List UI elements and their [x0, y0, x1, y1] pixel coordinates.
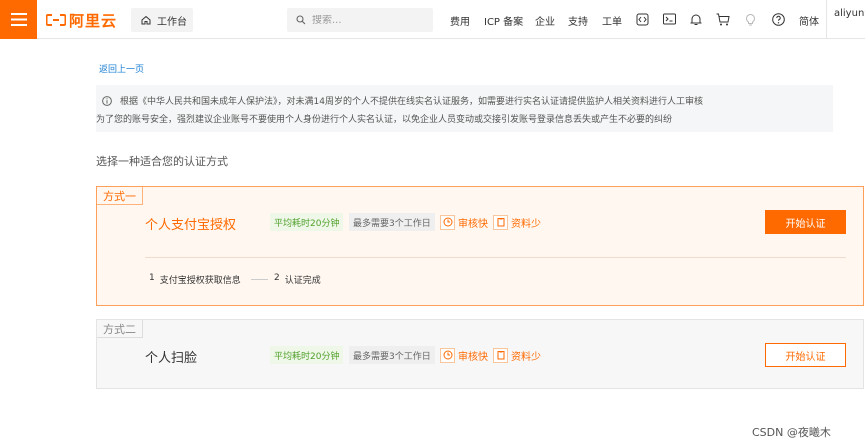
search-icon [296, 15, 306, 25]
nav-ticket[interactable]: 工单 [602, 13, 622, 28]
code-icon[interactable] [635, 12, 649, 26]
feature-fast-review: 审核快 [440, 346, 488, 364]
clock-icon [440, 347, 455, 363]
method-card-alipay: 方式一 个人支付宝授权 平均耗时20分钟 最多需要3个工作日 审核快 资料少 开… [96, 186, 864, 306]
start-verification-button[interactable]: 开始认证 [765, 343, 846, 367]
method-title: 个人扫脸 [145, 351, 198, 366]
document-icon [493, 347, 508, 363]
nav-support[interactable]: 支持 [568, 13, 588, 28]
hamburger-menu-button[interactable] [0, 0, 37, 39]
step-number: 2 [274, 273, 280, 283]
workbench-button[interactable]: 工作台 [131, 8, 193, 32]
back-link[interactable]: 返回上一页 [99, 62, 144, 75]
nav-billing[interactable]: 费用 [450, 13, 470, 28]
step-1: 1 支付宝授权获取信息 [149, 273, 241, 286]
brand-name: 阿里云 [69, 11, 118, 30]
aliyun-logo-icon [46, 14, 66, 26]
start-verification-button[interactable]: 开始认证 [765, 210, 846, 234]
nav-icp[interactable]: ICP 备案 [484, 13, 523, 28]
feature-label: 审核快 [458, 351, 488, 363]
time-badge: 平均耗时20分钟 [270, 213, 344, 231]
lightbulb-icon[interactable] [743, 12, 757, 26]
home-icon [141, 15, 151, 25]
search-box[interactable] [287, 8, 433, 32]
bell-icon[interactable] [689, 12, 703, 26]
days-badge: 最多需要3个工作日 [349, 346, 435, 364]
notice-line-2: 为了您的账号安全，强烈建议企业账号不要使用个人身份进行个人实名认证，以免企业人员… [96, 115, 673, 125]
info-icon [102, 96, 112, 106]
user-account[interactable]: aliyun9 [826, 0, 865, 39]
user-name: aliyun9 [834, 8, 865, 19]
method-tag: 方式二 [97, 320, 143, 338]
top-navigation-bar: 阿里云 工作台 费用 ICP 备案 企业 支持 工单 简体 aliyun9 [0, 0, 865, 39]
menu-icon [10, 13, 27, 26]
method-title: 个人支付宝授权 [145, 218, 237, 233]
cart-icon[interactable] [716, 12, 730, 26]
feature-few-documents: 资料少 [493, 213, 541, 231]
language-switch[interactable]: 简体 [799, 13, 819, 28]
method-card-face-scan: 方式二 个人扫脸 平均耗时20分钟 最多需要3个工作日 审核快 资料少 开始认证 [96, 319, 864, 389]
section-title: 选择一种适合您的认证方式 [96, 155, 228, 168]
feature-label: 审核快 [458, 218, 488, 230]
days-badge: 最多需要3个工作日 [349, 213, 435, 231]
feature-label: 资料少 [511, 351, 541, 363]
time-badge: 平均耗时20分钟 [270, 346, 344, 364]
terminal-icon[interactable] [662, 12, 676, 26]
search-input[interactable] [312, 14, 422, 26]
notice-line-1: 根据《中华人民共和国未成年人保护法》，对未满14周岁的个人不提供在线实名认证服务… [120, 97, 703, 107]
divider [145, 257, 846, 258]
step-number: 1 [149, 273, 155, 283]
step-2: 2 认证完成 [274, 273, 321, 286]
aliyun-logo[interactable]: 阿里云 [46, 9, 117, 31]
feature-label: 资料少 [511, 218, 541, 230]
feature-fast-review: 审核快 [440, 213, 488, 231]
method-tag: 方式一 [97, 187, 143, 205]
feature-few-documents: 资料少 [493, 346, 541, 364]
document-icon [493, 214, 508, 230]
step-connector [251, 279, 268, 280]
clock-icon [440, 214, 455, 230]
help-icon[interactable] [771, 12, 785, 26]
step-label: 认证完成 [284, 276, 321, 286]
watermark: CSDN @夜曦木 [752, 426, 831, 439]
nav-enterprise[interactable]: 企业 [535, 13, 555, 28]
workbench-label: 工作台 [157, 16, 187, 28]
step-label: 支付宝授权获取信息 [159, 276, 241, 286]
